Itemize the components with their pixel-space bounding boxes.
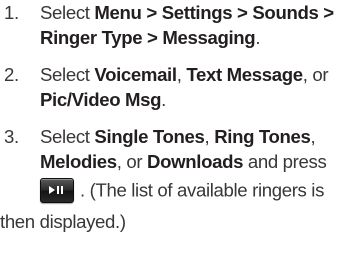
option-text-message: Text Message (186, 64, 303, 85)
step-text: Select (40, 2, 95, 23)
step-number: 3. (4, 126, 19, 147)
step-text: . (The list of available ringers is (80, 179, 325, 201)
step-text: , or (302, 64, 329, 85)
option-melodies: Melodies (40, 151, 117, 172)
step-text: Select (40, 64, 95, 85)
option-voicemail: Voicemail (94, 64, 177, 85)
step-3-line: then displayed.) (0, 209, 350, 234)
instruction-steps: 1. Select Menu > Settings > Sounds > Ring… (0, 0, 356, 234)
step-text: , (176, 64, 187, 85)
step-text: . (161, 89, 166, 110)
step-3-line: . (The list of available ringers is (0, 174, 350, 209)
step-text: . (255, 27, 261, 48)
step-1: 1. Select Menu > Settings > Sounds > Ring… (0, 0, 356, 50)
step-text: , (310, 126, 316, 147)
option-ring-tones: Ring Tones (214, 126, 311, 147)
step-text: , (204, 126, 215, 147)
option-downloads: Downloads (147, 151, 244, 172)
step-text: then displayed.) (0, 211, 126, 232)
option-pic-video-msg: Pic/Video Msg (40, 89, 162, 110)
step-text: Select (40, 126, 95, 147)
step-3: 3. Select Single Tones, Ring Tones, Melod… (0, 124, 356, 234)
step-text: and press (243, 151, 327, 172)
step-text: , or (116, 151, 148, 172)
play-pause-key-icon (40, 178, 74, 203)
step-number: 2. (4, 64, 19, 85)
step-3-line: 3. Select Single Tones, Ring Tones, Melod… (0, 124, 350, 174)
option-single-tones: Single Tones (94, 126, 205, 147)
step-2: 2. Select Voicemail, Text Message, or Pic… (0, 62, 356, 112)
step-number: 1. (4, 2, 19, 23)
